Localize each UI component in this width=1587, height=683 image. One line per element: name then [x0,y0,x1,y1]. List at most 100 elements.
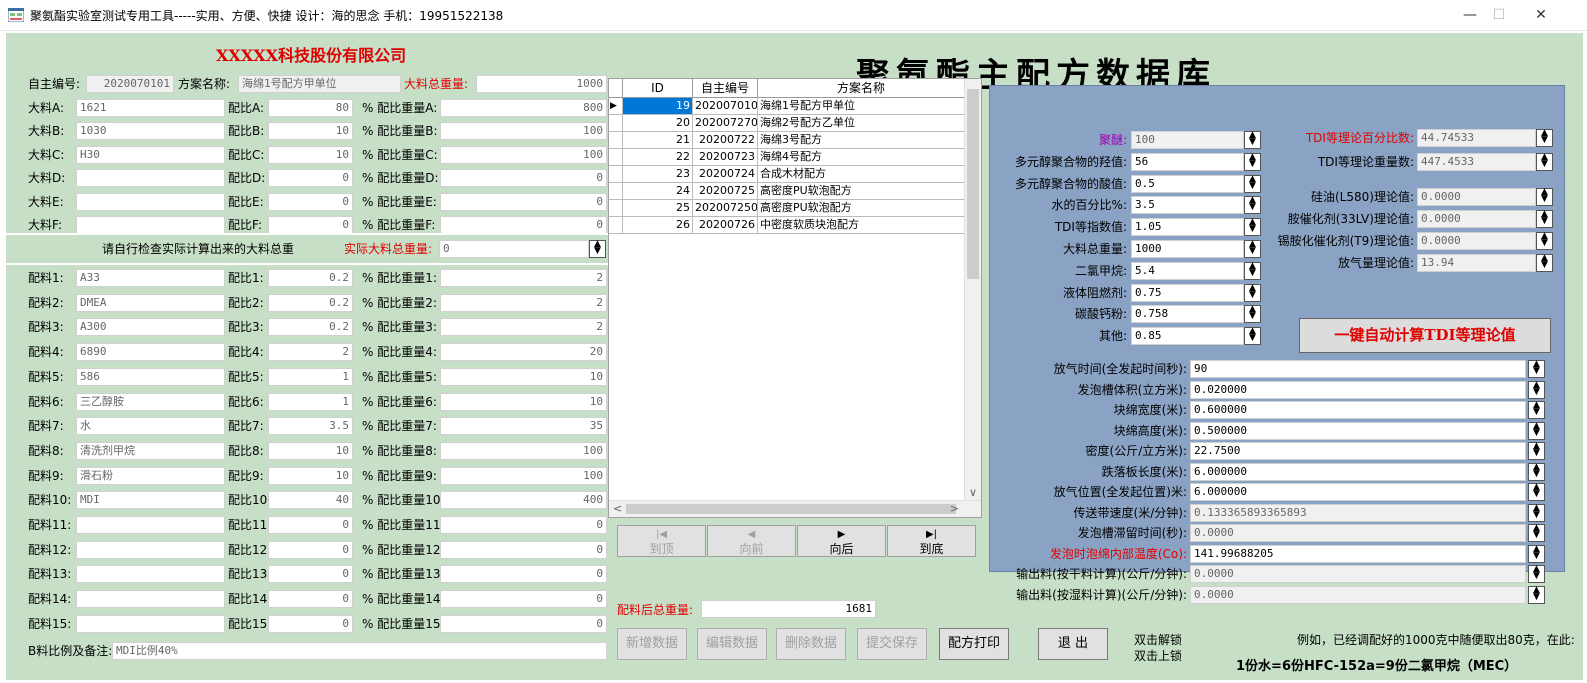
table-row[interactable]: 20 2020072701 海绵2号配方乙单位 [609,115,965,132]
ingredient-weight-field[interactable]: 35 [440,417,607,436]
ingredient-ratio-field[interactable]: 0.2 [268,318,353,337]
result-field[interactable]: 0.0000 [1417,232,1536,250]
ingredient-ratio-field[interactable]: 0 [268,565,353,584]
ingredient-ratio-field[interactable]: 0 [268,516,353,534]
result-field[interactable]: 0.0000 [1417,210,1536,228]
maximize-button[interactable]: ☐ [1476,0,1522,30]
param-spinner[interactable]: ▲ ▼ [1244,174,1261,193]
foam-param-spinner[interactable]: ▲ ▼ [1528,503,1545,522]
foam-param-spinner[interactable]: ▲ ▼ [1528,360,1545,378]
table-row[interactable]: 21 20200722 海绵3号配方 [609,132,965,149]
row-scheme-name[interactable]: 高密度PU软泡配方 [758,183,965,199]
grid-horizontal-scrollbar[interactable]: < > [609,500,981,517]
row-id[interactable]: 23 [623,166,693,182]
ingredient-ratio-field[interactable]: 40 [268,491,353,510]
param-spinner[interactable]: ▲ ▼ [1244,131,1261,149]
submit-save-button[interactable]: 提交保存 [857,628,927,660]
big-ratio-field[interactable]: 10 [268,145,353,164]
big-material-name-field[interactable] [76,192,225,211]
ingredient-weight-field[interactable]: 400 [440,491,607,510]
foam-param-spinner[interactable]: ▲ ▼ [1528,401,1545,419]
row-id[interactable]: 25 [623,200,693,216]
param-field[interactable]: 0.758 [1131,305,1244,324]
param-field[interactable]: 3.5 [1131,196,1244,215]
ingredient-ratio-field[interactable]: 3.5 [268,417,353,436]
row-self-no[interactable]: 2020072701 [693,115,758,131]
row-indicator[interactable] [609,115,623,131]
row-id[interactable]: 22 [623,149,693,165]
result-field[interactable]: 13.94 [1417,254,1536,272]
result-spinner[interactable]: ▲ ▼ [1536,153,1553,171]
row-self-no[interactable]: 20200724 [693,166,758,182]
table-row[interactable]: 26 20200726 中密度软质块泡配方 [609,217,965,234]
ingredient-name-field[interactable]: 三乙醇胺 [76,392,225,411]
ingredient-weight-field[interactable]: 0 [440,516,607,534]
grid-header-id[interactable]: ID [623,79,693,98]
big-ratio-field[interactable]: 10 [268,122,353,141]
big-ratio-field[interactable]: 0 [268,216,353,234]
ingredient-name-field[interactable]: A300 [76,318,225,337]
scroll-thumb[interactable] [967,89,979,279]
remark-field[interactable]: MDI比例40% [112,642,607,660]
close-button[interactable]: ✕ [1518,0,1564,30]
foam-param-field[interactable]: 22.7500 [1190,442,1526,460]
param-spinner[interactable]: ▲ ▼ [1244,240,1261,258]
ingredient-name-field[interactable]: MDI [76,491,225,510]
row-self-no[interactable]: 20200725 [693,183,758,199]
self-no-field[interactable]: 2020070101 [86,75,174,93]
foam-param-field[interactable]: 90 [1190,360,1526,378]
ingredient-name-field[interactable]: 清洗剂甲烷 [76,441,225,460]
foam-param-field[interactable]: 141.99688205 [1190,544,1526,563]
big-weight-field[interactable]: 100 [440,122,607,141]
big-weight-field[interactable]: 0 [440,216,607,234]
big-ratio-field[interactable]: 80 [268,99,353,117]
ingredient-ratio-field[interactable]: 0 [268,540,353,559]
table-row[interactable]: 25 2020072501 高密度PU软泡配方 [609,200,965,217]
foam-param-spinner[interactable]: ▲ ▼ [1528,565,1545,583]
param-spinner[interactable]: ▲ ▼ [1244,152,1261,171]
ingredient-name-field[interactable]: 滑石粉 [76,466,225,485]
foam-param-field[interactable]: 0.0000 [1190,524,1526,542]
row-scheme-name[interactable]: 高密度PU软泡配方 [758,200,965,216]
row-self-no[interactable]: 2020070101 [693,98,758,114]
big-material-name-field[interactable]: 1621 [76,99,225,117]
result-field[interactable]: 447.4533 [1417,153,1536,171]
row-indicator[interactable] [609,200,623,216]
param-field[interactable]: 100 [1131,131,1244,149]
param-spinner[interactable]: ▲ ▼ [1244,305,1261,324]
ingredient-weight-field[interactable]: 0 [440,540,607,559]
ingredient-name-field[interactable] [76,540,225,559]
foam-param-spinner[interactable]: ▲ ▼ [1528,544,1545,563]
ingredient-weight-field[interactable]: 0 [440,590,607,609]
ingredient-ratio-field[interactable]: 1 [268,392,353,411]
row-indicator[interactable] [609,132,623,148]
param-field[interactable]: 5.4 [1131,261,1244,280]
table-row[interactable]: ▶ 19 2020070101 海绵1号配方甲单位 [609,98,965,115]
row-id[interactable]: 21 [623,132,693,148]
row-indicator[interactable] [609,217,623,233]
big-ratio-field[interactable]: 0 [268,192,353,211]
row-scheme-name[interactable]: 合成木材配方 [758,166,965,182]
foam-param-field[interactable]: 0.020000 [1190,380,1526,399]
total-weight-field[interactable]: 1000 [476,75,607,93]
big-weight-field[interactable]: 0 [440,169,607,188]
table-row[interactable]: 23 20200724 合成木材配方 [609,166,965,183]
auto-calc-tdi-button[interactable]: 一键自动计算TDI等理论值 [1299,318,1551,353]
foam-param-spinner[interactable]: ▲ ▼ [1528,524,1545,542]
ingredient-weight-field[interactable]: 20 [440,343,607,362]
table-row[interactable]: 24 20200725 高密度PU软泡配方 [609,183,965,200]
nav-next-button[interactable]: ▶ 向后 [797,525,886,557]
ingredient-name-field[interactable] [76,565,225,584]
row-indicator[interactable] [609,183,623,199]
foam-param-spinner[interactable]: ▲ ▼ [1528,462,1545,481]
result-field[interactable]: 0.0000 [1417,188,1536,206]
ingredient-name-field[interactable] [76,516,225,534]
result-spinner[interactable]: ▲ ▼ [1536,254,1553,272]
row-scheme-name[interactable]: 海绵2号配方乙单位 [758,115,965,131]
param-spinner[interactable]: ▲ ▼ [1244,196,1261,215]
ingredient-weight-field[interactable]: 2 [440,293,607,312]
ingredient-name-field[interactable]: 586 [76,367,225,386]
ingredient-weight-field[interactable]: 10 [440,392,607,411]
ingredient-name-field[interactable]: DMEA [76,293,225,312]
param-field[interactable]: 0.5 [1131,174,1244,193]
